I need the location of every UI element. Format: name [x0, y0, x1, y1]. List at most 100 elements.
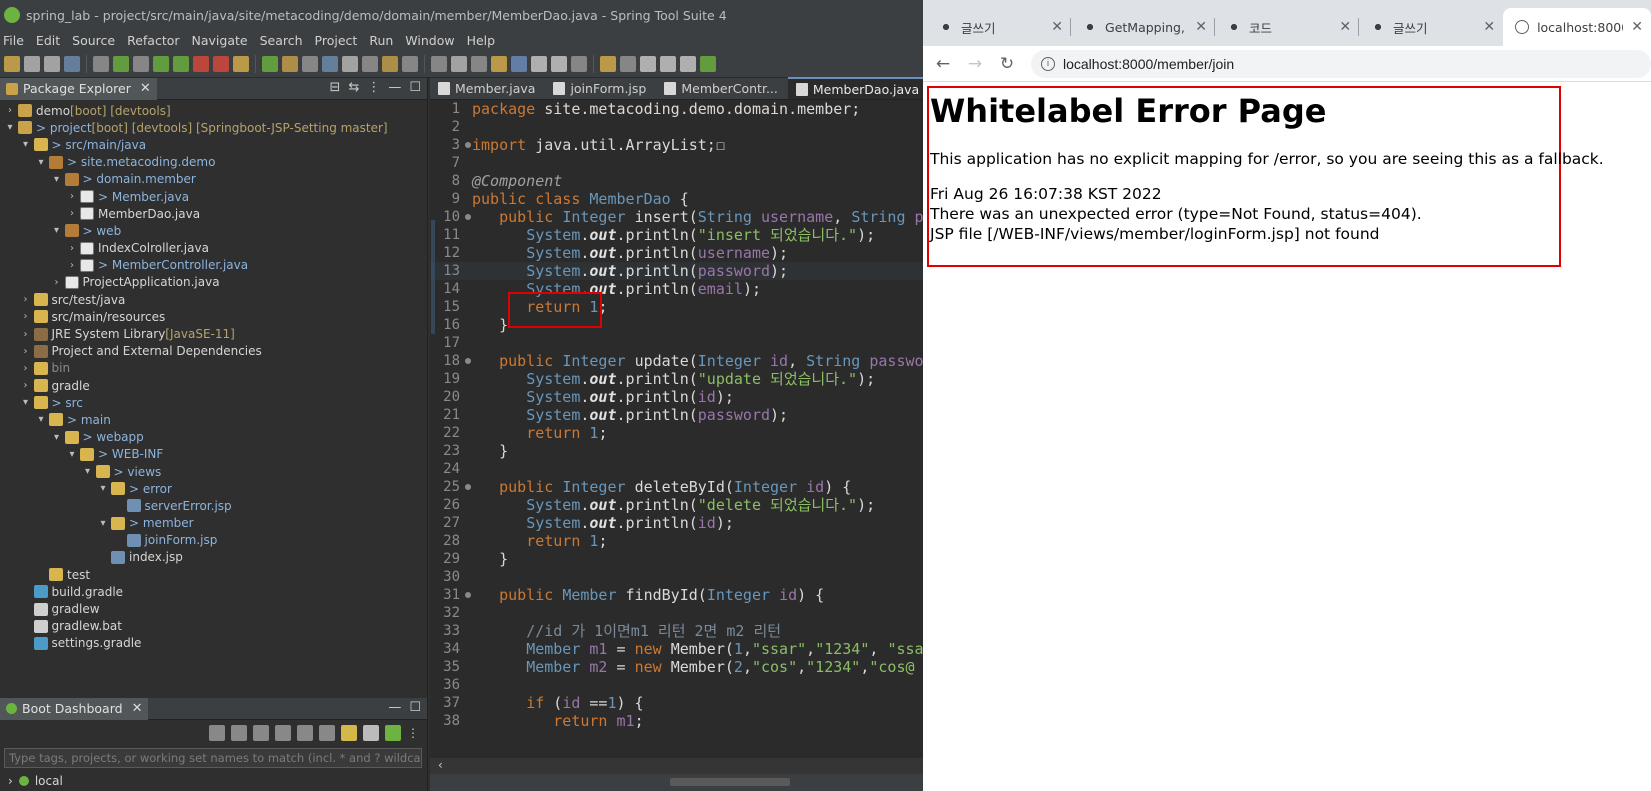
- tree-item[interactable]: ▾ > member: [0, 515, 427, 532]
- toolbar-button-icon[interactable]: [511, 55, 527, 72]
- tab-boot-dashboard[interactable]: Boot Dashboard ✕: [0, 697, 149, 720]
- toolbar-button-icon[interactable]: [362, 55, 378, 72]
- tree-item[interactable]: ▾ > error: [0, 480, 427, 497]
- code-area[interactable]: 1 package site.metacoding.demo.domain.mem…: [430, 100, 923, 788]
- menu-run[interactable]: Run: [366, 33, 402, 48]
- menu-navigate[interactable]: Navigate: [189, 33, 257, 48]
- fold-marker-icon[interactable]: [465, 142, 471, 148]
- toolbar-button-icon[interactable]: [451, 55, 467, 72]
- editor-tab[interactable]: joinForm.jsp: [545, 77, 656, 99]
- toolbar-button-icon[interactable]: [262, 55, 278, 72]
- collapsed-chevron-icon[interactable]: ›: [20, 346, 32, 357]
- fold-marker-icon[interactable]: [465, 358, 471, 364]
- toolbar-button-icon[interactable]: [302, 55, 318, 72]
- close-icon[interactable]: ✕: [1051, 19, 1063, 35]
- expanded-chevron-icon[interactable]: ▾: [51, 432, 63, 443]
- menu-help[interactable]: Help: [464, 33, 505, 48]
- tree-item[interactable]: › > Member.java: [0, 188, 427, 205]
- toolbar-button-icon[interactable]: [193, 55, 209, 72]
- toolbar-button-icon[interactable]: [402, 55, 418, 72]
- toolbar-button-icon[interactable]: [213, 55, 229, 72]
- tree-item[interactable]: test: [0, 566, 427, 583]
- tree-item[interactable]: › > MemberController.java: [0, 257, 427, 274]
- collapsed-chevron-icon[interactable]: ›: [51, 277, 63, 288]
- info-icon[interactable]: i: [1041, 56, 1055, 71]
- tree-item[interactable]: › src/test/java: [0, 291, 427, 308]
- toolbar-button-icon[interactable]: [640, 55, 656, 72]
- toolbar-button-icon[interactable]: [133, 55, 149, 72]
- close-icon[interactable]: ✕: [132, 701, 143, 716]
- tree-item[interactable]: › demo [boot] [devtools]: [0, 102, 427, 119]
- collapsed-chevron-icon[interactable]: ›: [66, 243, 78, 254]
- tree-item[interactable]: ▾ > webapp: [0, 429, 427, 446]
- tree-item[interactable]: › bin: [0, 360, 427, 377]
- tree-item[interactable]: › MemberDao.java: [0, 205, 427, 222]
- tree-item[interactable]: ▾ > site.metacoding.demo: [0, 154, 427, 171]
- boot-local-item[interactable]: › local: [0, 770, 427, 791]
- fold-marker-icon[interactable]: [465, 214, 471, 220]
- maximize-icon[interactable]: ☐: [409, 80, 421, 95]
- scrollbar-thumb[interactable]: [670, 778, 790, 786]
- toolbar-button-icon[interactable]: [600, 55, 616, 72]
- tree-item[interactable]: › src/main/resources: [0, 308, 427, 325]
- tree-item[interactable]: › Project and External Dependencies: [0, 343, 427, 360]
- tree-item[interactable]: ▾ > views: [0, 463, 427, 480]
- close-icon[interactable]: ✕: [1339, 19, 1351, 35]
- collapsed-chevron-icon[interactable]: ›: [20, 363, 32, 374]
- toolbar-button-icon[interactable]: [680, 55, 696, 72]
- expanded-chevron-icon[interactable]: ▾: [20, 139, 32, 150]
- tree-item[interactable]: ▾ > domain.member: [0, 171, 427, 188]
- collapsed-chevron-icon[interactable]: ›: [66, 260, 78, 271]
- tree-item[interactable]: gradlew: [0, 600, 427, 617]
- close-icon[interactable]: ✕: [1631, 19, 1643, 35]
- debug-icon[interactable]: [231, 725, 247, 741]
- tree-item[interactable]: ▾ > web: [0, 222, 427, 239]
- console-icon[interactable]: [297, 725, 313, 741]
- menu-project[interactable]: Project: [312, 33, 367, 48]
- collapsed-chevron-icon[interactable]: ›: [20, 380, 32, 391]
- fold-marker-icon[interactable]: [465, 592, 471, 598]
- toolbar-button-icon[interactable]: [431, 55, 447, 72]
- tree-item[interactable]: index.jsp: [0, 549, 427, 566]
- expanded-chevron-icon[interactable]: ▾: [20, 397, 32, 408]
- browser-tab[interactable]: GetMapping, P ✕: [1071, 8, 1216, 46]
- toolbar-button-icon[interactable]: [322, 55, 338, 72]
- toolbar-button-icon[interactable]: [4, 55, 20, 72]
- expanded-chevron-icon[interactable]: ▾: [51, 225, 63, 236]
- toolbar-button-icon[interactable]: [93, 55, 109, 72]
- toolbar-button-icon[interactable]: [551, 55, 567, 72]
- tree-item[interactable]: › ProjectApplication.java: [0, 274, 427, 291]
- toolbar-button-icon[interactable]: [44, 55, 60, 72]
- expanded-chevron-icon[interactable]: ▾: [97, 483, 109, 494]
- menu-edit[interactable]: Edit: [33, 33, 69, 48]
- menu-refactor[interactable]: Refactor: [124, 33, 188, 48]
- browser-tab[interactable]: 코드 ✕: [1215, 8, 1360, 46]
- view-menu-icon[interactable]: ⋮: [367, 80, 380, 95]
- url-field[interactable]: i localhost:8000/member/join: [1031, 49, 1651, 78]
- maximize-icon[interactable]: ☐: [409, 700, 421, 715]
- view-menu-icon[interactable]: ⋮: [407, 726, 419, 740]
- browser-tab[interactable]: localhost:8000 ✕: [1503, 8, 1651, 46]
- tree-item[interactable]: settings.gradle: [0, 635, 427, 652]
- tree-item[interactable]: ▾ > src: [0, 394, 427, 411]
- horizontal-scrollbar[interactable]: ‹: [430, 758, 923, 774]
- toolbar-button-icon[interactable]: [382, 55, 398, 72]
- tree-item[interactable]: › gradle: [0, 377, 427, 394]
- expanded-chevron-icon[interactable]: ▾: [97, 518, 109, 529]
- collapsed-chevron-icon[interactable]: ›: [20, 311, 32, 322]
- browser-tab[interactable]: 글쓰기 ✕: [1359, 8, 1503, 46]
- toolbar-button-icon[interactable]: [571, 55, 587, 72]
- collapsed-chevron-icon[interactable]: ›: [66, 208, 78, 219]
- expanded-chevron-icon[interactable]: ▾: [51, 174, 63, 185]
- tree-item[interactable]: joinForm.jsp: [0, 532, 427, 549]
- toolbar-button-icon[interactable]: [113, 55, 129, 72]
- menu-source[interactable]: Source: [69, 33, 124, 48]
- tree-item[interactable]: › JRE System Library [JavaSE-11]: [0, 325, 427, 342]
- expanded-chevron-icon[interactable]: ▾: [35, 414, 47, 425]
- toolbar-button-icon[interactable]: [700, 55, 716, 72]
- menu-search[interactable]: Search: [257, 33, 312, 48]
- boot-filter-input[interactable]: Type tags, projects, or working set name…: [4, 748, 422, 768]
- menu-file[interactable]: File: [0, 33, 33, 48]
- close-icon[interactable]: ✕: [1483, 19, 1495, 35]
- expanded-chevron-icon[interactable]: ▾: [66, 449, 78, 460]
